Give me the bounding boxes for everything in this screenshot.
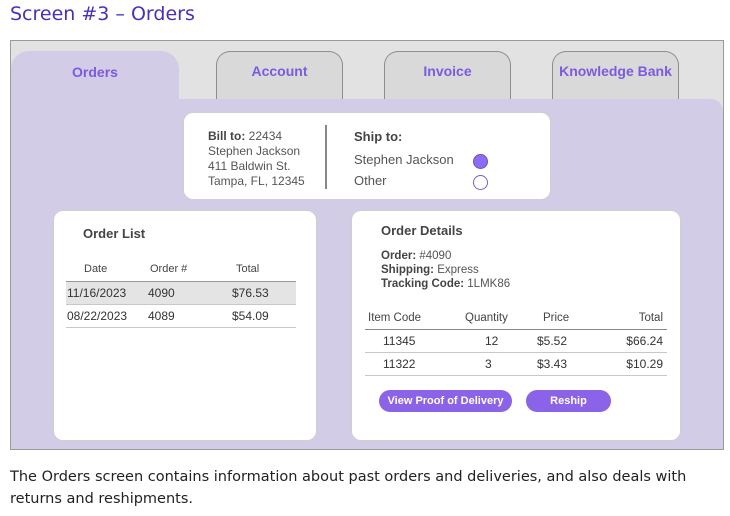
order-list-table: Date Order # Total 11/16/2023 4090 $76.5… — [66, 263, 296, 328]
item-quantity: 3 — [485, 357, 492, 371]
order-total: $76.53 — [232, 286, 269, 300]
ship-option-other-label: Other — [354, 173, 387, 188]
reship-button[interactable]: Reship — [526, 390, 611, 412]
tab-knowledge-bank[interactable]: Knowledge Bank — [552, 51, 679, 99]
tab-knowledge-bank-label: Knowledge Bank — [559, 62, 672, 79]
view-proof-of-delivery-button[interactable]: View Proof of Delivery — [379, 390, 512, 412]
order-list-card: Order List Date Order # Total 11/16/2023… — [53, 210, 317, 441]
order-details-card: Order Details Order: #4090 Shipping: Exp… — [351, 210, 681, 441]
bill-to-street: 411 Baldwin St. — [208, 159, 291, 173]
ship-option-customer-label: Stephen Jackson — [354, 152, 454, 167]
screen-title: Screen #3 – Orders — [10, 3, 195, 25]
order-list-title: Order List — [83, 226, 146, 241]
ship-option-other[interactable]: Other — [354, 173, 488, 194]
item-total: $10.29 — [626, 357, 663, 371]
item-price: $3.43 — [537, 357, 568, 371]
tracking-value: 1LMK86 — [467, 278, 511, 290]
app-window: Orders Account Invoice Knowledge Bank Bi… — [10, 40, 724, 450]
item-price: $5.52 — [537, 334, 568, 348]
bill-to-block: Bill to: 22434 Stephen Jackson 411 Baldw… — [208, 129, 305, 189]
bill-to-label: Bill to: — [208, 129, 246, 143]
col-order-number: Order # — [150, 263, 188, 275]
bill-to-city: Tampa, FL, 12345 — [208, 174, 305, 188]
shipping-label: Shipping: — [381, 264, 435, 276]
order-label: Order: — [381, 250, 417, 262]
order-date: 08/22/2023 — [67, 309, 128, 323]
col-price: Price — [543, 312, 570, 324]
ship-to-block: Ship to: Stephen Jackson Other — [354, 129, 488, 194]
shipping-value: Express — [437, 264, 479, 276]
item-row[interactable]: 11322 3 $3.43 $10.29 — [365, 353, 667, 376]
divider — [325, 125, 327, 189]
ship-option-customer[interactable]: Stephen Jackson — [354, 152, 488, 173]
billing-shipping-card: Bill to: 22434 Stephen Jackson 411 Baldw… — [183, 112, 551, 200]
tab-orders[interactable]: Orders — [11, 51, 179, 101]
order-details-title: Order Details — [381, 223, 463, 238]
tab-account[interactable]: Account — [216, 51, 343, 99]
ship-to-title: Ship to: — [354, 129, 403, 144]
tracking-label: Tracking Code: — [381, 278, 465, 290]
item-row[interactable]: 11345 12 $5.52 $66.24 — [365, 330, 667, 353]
item-code: 11322 — [383, 357, 416, 371]
col-quantity: Quantity — [465, 312, 508, 324]
tab-invoice[interactable]: Invoice — [384, 51, 511, 99]
order-total: $54.09 — [232, 309, 269, 323]
col-item-total: Total — [638, 312, 663, 324]
order-row[interactable]: 11/16/2023 4090 $76.53 — [66, 282, 296, 305]
item-total: $66.24 — [626, 334, 663, 348]
items-table: Item Code Quantity Price Total 11345 12 … — [365, 312, 667, 376]
bill-to-name: Stephen Jackson — [208, 144, 301, 158]
col-item-code: Item Code — [368, 312, 422, 324]
tab-account-label: Account — [251, 62, 308, 79]
order-date: 11/16/2023 — [67, 286, 127, 300]
screen-caption: The Orders screen contains information a… — [10, 469, 687, 507]
order-value: #4090 — [419, 250, 452, 262]
tab-orders-label: Orders — [72, 63, 118, 80]
col-total: Total — [236, 263, 260, 275]
order-number: 4089 — [148, 309, 175, 323]
bill-to-number: 22434 — [248, 129, 283, 143]
order-number: 4090 — [148, 286, 175, 300]
item-code: 11345 — [383, 334, 416, 348]
radio-selected-icon[interactable] — [473, 154, 488, 169]
order-list-header: Date Order # Total — [66, 263, 296, 282]
col-date: Date — [84, 263, 108, 275]
radio-empty-icon[interactable] — [473, 175, 488, 190]
item-quantity: 12 — [485, 334, 499, 348]
order-row[interactable]: 08/22/2023 4089 $54.09 — [66, 305, 296, 328]
order-details-info: Order: #4090 Shipping: Express Tracking … — [381, 249, 510, 291]
items-header: Item Code Quantity Price Total — [365, 312, 667, 330]
tab-invoice-label: Invoice — [423, 62, 472, 79]
